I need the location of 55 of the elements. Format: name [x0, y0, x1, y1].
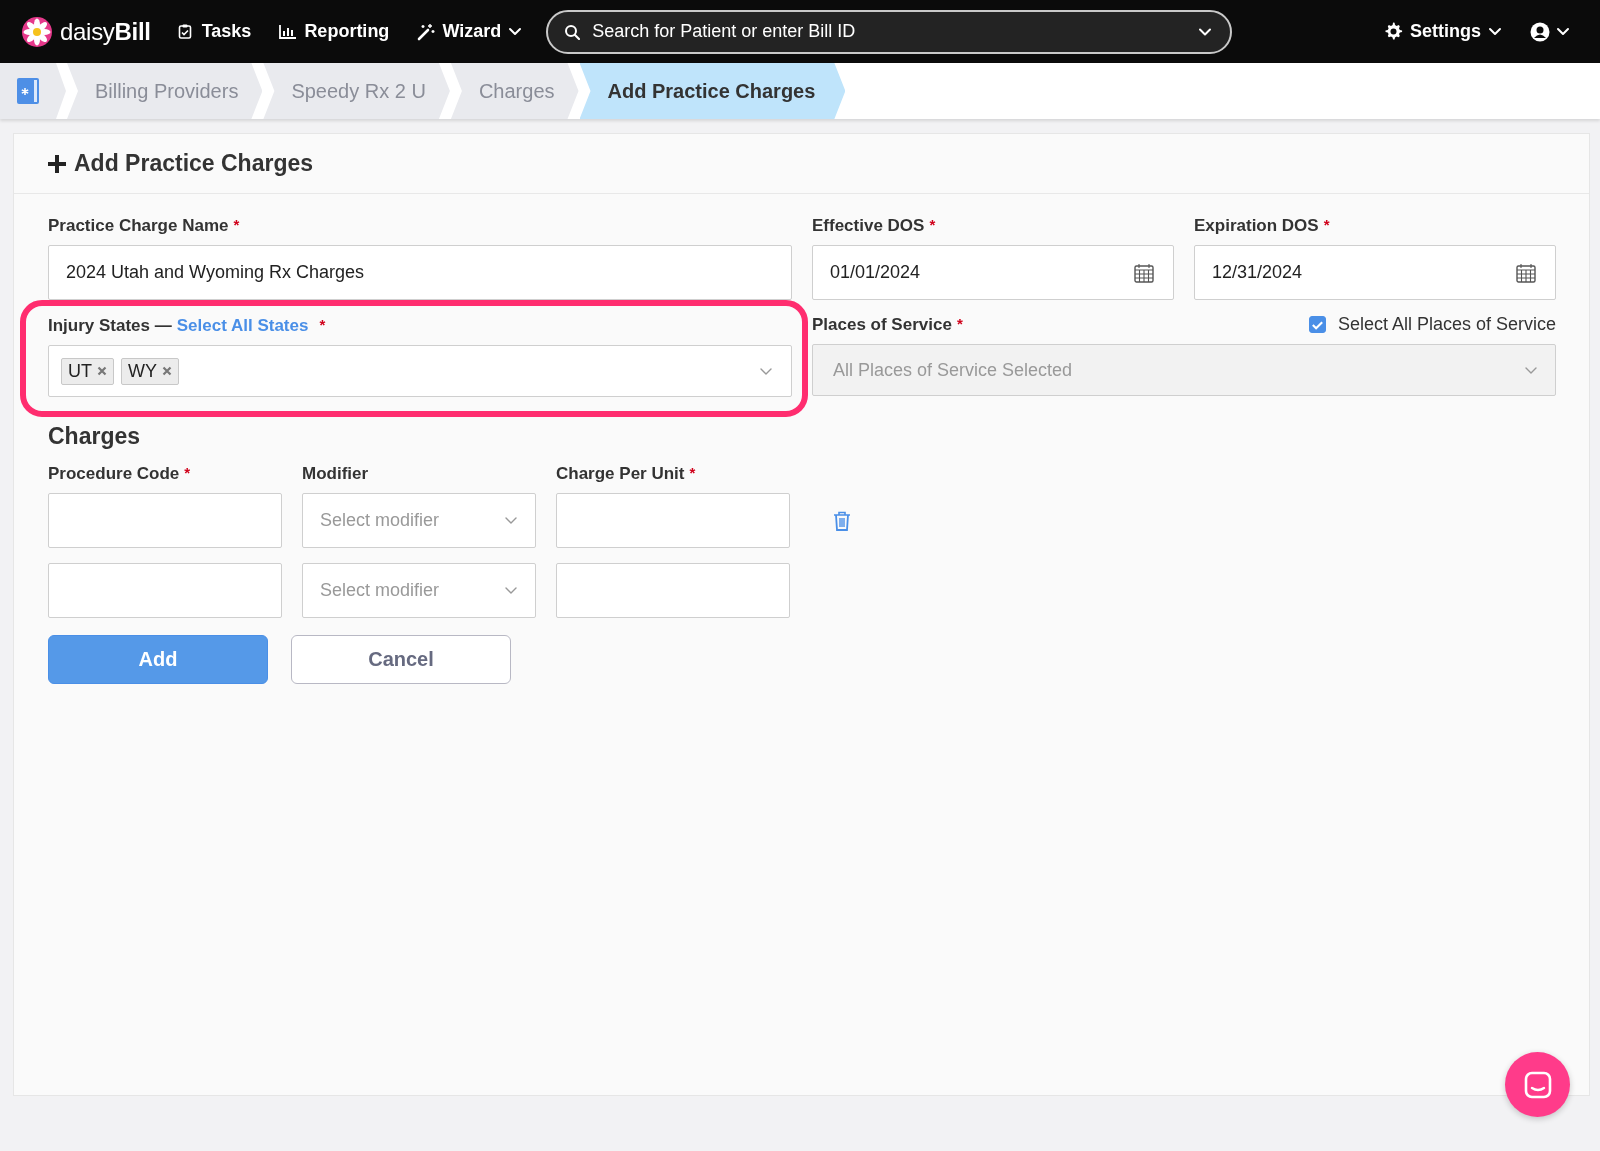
card-title: Add Practice Charges: [48, 150, 314, 177]
caret-icon: [508, 25, 523, 38]
calendar-icon: [1134, 262, 1154, 283]
procedure-code-field[interactable]: [48, 563, 282, 618]
trash-icon: [832, 509, 852, 532]
charge-field[interactable]: [556, 493, 790, 548]
remove-icon: [97, 366, 107, 376]
state-tag[interactable]: UT: [61, 357, 114, 385]
remove-icon: [162, 366, 172, 376]
settings-button[interactable]: Settings: [1384, 21, 1502, 42]
field-label: Practice Charge Name: [48, 216, 229, 236]
home-crumb[interactable]: [0, 63, 66, 119]
clipboard-icon: [17, 78, 39, 104]
chat-icon: [1522, 1069, 1553, 1100]
chart-icon: [279, 22, 298, 41]
required-mark: *: [1323, 216, 1330, 233]
field-label: Expiration DOS: [1194, 216, 1319, 236]
settings-icon: [1384, 22, 1403, 41]
nav-link[interactable]: Reporting: [279, 21, 390, 42]
user-menu-button[interactable]: [1530, 21, 1570, 42]
charge-field[interactable]: [556, 563, 790, 618]
search-field[interactable]: Search for Patient or enter Bill ID: [546, 9, 1233, 54]
field-label: Charge Per Unit: [556, 464, 685, 484]
required-mark: *: [689, 464, 696, 481]
multi-select-field[interactable]: UT WY: [48, 345, 792, 397]
field-label: Procedure Code: [48, 464, 180, 484]
logo[interactable]: daisyBill: [22, 16, 151, 47]
date-field[interactable]: 12/31/2024: [1194, 245, 1556, 300]
field-label: Injury States —: [48, 316, 172, 336]
required-mark: *: [956, 314, 963, 332]
text-field[interactable]: 2024 Utah and Wyoming Rx Charges: [48, 245, 792, 300]
user-icon: [1530, 21, 1550, 42]
required-mark: *: [929, 216, 936, 233]
cancel-button[interactable]: Cancel: [291, 635, 511, 684]
nav-link[interactable]: Wizard: [417, 21, 523, 42]
daisy-logo-icon: [22, 16, 52, 47]
breadcrumb-link[interactable]: Add Practice Charges: [579, 63, 846, 119]
field-label: Effective DOS: [812, 216, 925, 236]
procedure-code-field[interactable]: [48, 493, 282, 548]
field-label: Places of Service: [812, 314, 952, 335]
plus-icon: [48, 154, 66, 173]
section-heading: Charges: [48, 423, 142, 450]
delete-button[interactable]: [832, 509, 852, 532]
required-mark: *: [319, 316, 326, 333]
state-tag[interactable]: WY: [121, 357, 179, 385]
nav-link[interactable]: Tasks: [176, 21, 252, 42]
caret-icon: [1488, 25, 1502, 38]
wand-icon: [417, 22, 436, 41]
caret-icon: [1556, 25, 1570, 38]
required-mark: *: [184, 464, 191, 481]
date-field[interactable]: 01/01/2024: [812, 245, 1174, 300]
calendar-icon: [1516, 262, 1536, 283]
field-label: Modifier: [302, 464, 369, 484]
search-icon: [564, 23, 581, 40]
required-mark: *: [233, 216, 240, 233]
